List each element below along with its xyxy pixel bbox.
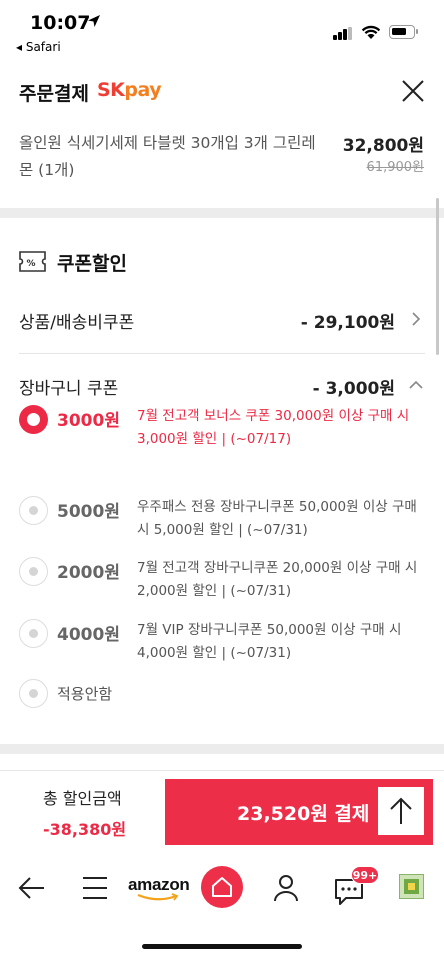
chat-badge: 99+ bbox=[351, 866, 379, 884]
scrollbar[interactable] bbox=[436, 198, 439, 355]
product-shipping-coupon-label: 상품/배송비쿠폰 bbox=[19, 313, 135, 333]
coupon-option-amount: 5000원 bbox=[57, 502, 120, 522]
back-to-safari-link[interactable]: ◂ Safari bbox=[16, 40, 61, 54]
section-divider bbox=[0, 744, 444, 754]
coupon-radio[interactable] bbox=[19, 619, 48, 648]
recent-product-thumbnail[interactable] bbox=[399, 874, 424, 899]
amazon-smile-icon bbox=[137, 893, 179, 901]
chevron-up-icon[interactable] bbox=[409, 377, 423, 393]
coupon-option-none[interactable]: 적용안함 bbox=[19, 679, 429, 709]
close-icon[interactable] bbox=[400, 78, 426, 104]
back-arrow-icon[interactable] bbox=[18, 870, 46, 906]
coupon-option-2[interactable]: 5000원 우주패스 전용 장바구니쿠폰 50,000원 이상 구매 시 5,0… bbox=[19, 496, 429, 544]
coupon-option-desc: 7월 VIP 장바구니쿠폰 50,000원 이상 구매 시 4,000원 할인 … bbox=[137, 622, 402, 661]
coupon-option-4[interactable]: 4000원 7월 VIP 장바구니쿠폰 50,000원 이상 구매 시 4,00… bbox=[19, 619, 429, 667]
coupon-option-amount: 2000원 bbox=[57, 563, 120, 583]
arrow-up-icon bbox=[390, 797, 412, 824]
svg-text:%: % bbox=[27, 259, 36, 269]
coupon-option-amount: 4000원 bbox=[57, 625, 120, 645]
pay-button[interactable]: 23,520원 결제 bbox=[165, 779, 433, 845]
page-title: 주문결제 bbox=[19, 83, 89, 105]
coupon-option-3[interactable]: 2000원 7월 전고객 장바구니쿠폰 20,000원 이상 구매 시 2,00… bbox=[19, 557, 429, 605]
status-time: 10:07 bbox=[30, 12, 91, 34]
coupon-none-label: 적용안함 bbox=[57, 685, 113, 703]
checkout-footer: 총 할인금액 -38,380원 23,520원 결제 bbox=[0, 770, 444, 854]
page-header: 주문결제 SKpay bbox=[0, 62, 444, 122]
sk-pay-logo: SKpay bbox=[97, 79, 162, 101]
status-bar: 10:07 ◂ Safari bbox=[0, 0, 444, 60]
product-original-price: 61,900원 bbox=[366, 160, 424, 175]
chevron-right-icon[interactable] bbox=[409, 311, 423, 327]
home-indicator bbox=[142, 944, 302, 949]
product-summary: 올인원 식세기세제 타블렛 30개입 3개 그린레몬 (1개) 32,800원 … bbox=[0, 122, 444, 208]
coupon-option-desc: 7월 전고객 장바구니쿠폰 20,000원 이상 구매 시 2,000원 할인 … bbox=[137, 560, 418, 599]
coupon-radio[interactable] bbox=[19, 557, 48, 586]
coupon-option-desc: 7월 전고객 보너스 쿠폰 30,000원 이상 구매 시 3,000원 할인 … bbox=[137, 408, 410, 447]
brand-sk: SK bbox=[97, 79, 125, 101]
coupon-section-label: 쿠폰할인 bbox=[57, 253, 127, 275]
location-arrow-icon bbox=[88, 15, 100, 27]
product-price: 32,800원 bbox=[342, 136, 424, 156]
amazon-logo[interactable]: amazon bbox=[128, 875, 190, 895]
menu-icon[interactable] bbox=[82, 870, 108, 906]
brand-pay: pay bbox=[124, 79, 162, 101]
pay-button-label: 23,520원 결제 bbox=[237, 803, 370, 825]
coupon-radio-selected[interactable] bbox=[19, 405, 48, 434]
cart-coupon-label: 장바구니 쿠폰 bbox=[19, 379, 119, 399]
product-name: 올인원 식세기세제 타블렛 30개입 3개 그린레몬 (1개) bbox=[19, 134, 316, 179]
battery-icon bbox=[389, 25, 418, 39]
user-icon[interactable] bbox=[272, 870, 300, 906]
cart-coupon-row[interactable]: 장바구니 쿠폰 - 3,000원 bbox=[19, 370, 425, 400]
home-button[interactable] bbox=[201, 866, 243, 908]
home-icon bbox=[212, 877, 232, 897]
coupon-percent-icon: % bbox=[19, 251, 46, 272]
wifi-icon bbox=[361, 25, 381, 39]
coupon-option-1[interactable]: 3000원 7월 전고객 보너스 쿠폰 30,000원 이상 구매 시 3,00… bbox=[19, 405, 429, 461]
coupon-radio[interactable] bbox=[19, 679, 48, 708]
section-divider bbox=[0, 208, 444, 218]
product-shipping-coupon-amount: - 29,100원 bbox=[300, 313, 395, 333]
total-discount-label: 총 할인금액 bbox=[43, 789, 122, 808]
total-discount-value: -38,380원 bbox=[43, 820, 127, 839]
row-divider bbox=[19, 353, 425, 354]
coupon-option-amount: 3000원 bbox=[57, 411, 120, 431]
cart-coupon-amount: - 3,000원 bbox=[312, 379, 395, 399]
cellular-signal-icon bbox=[333, 27, 353, 40]
coupon-radio[interactable] bbox=[19, 496, 48, 525]
coupon-option-desc: 우주패스 전용 장바구니쿠폰 50,000원 이상 구매 시 5,000원 할인… bbox=[137, 499, 417, 538]
scroll-top-button[interactable] bbox=[378, 787, 424, 835]
product-shipping-coupon-row[interactable]: 상품/배송비쿠폰 - 29,100원 bbox=[19, 304, 425, 334]
